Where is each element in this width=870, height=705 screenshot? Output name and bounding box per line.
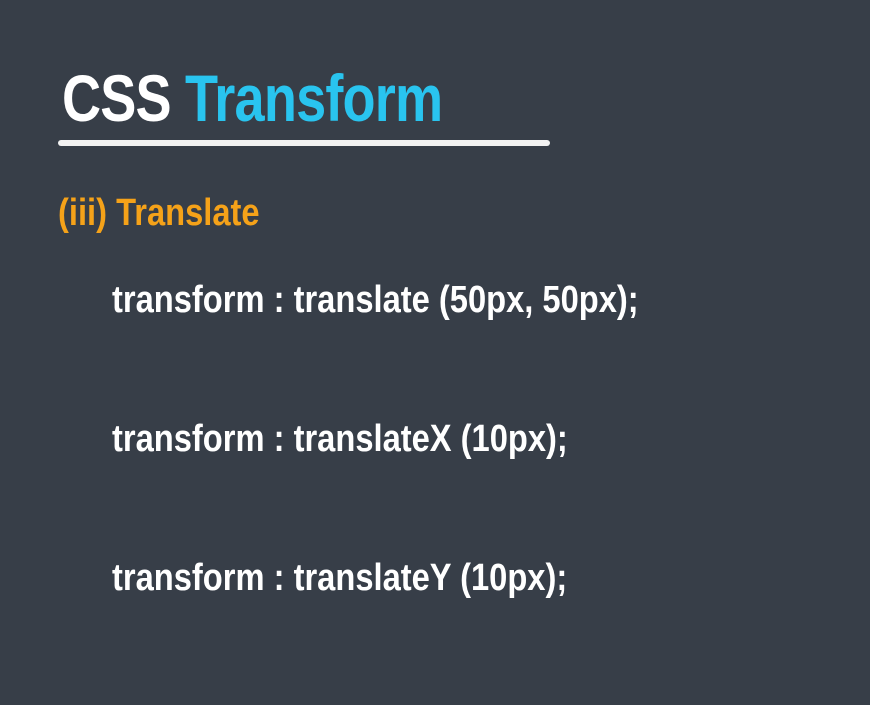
slide: CSS Transform (iii) Translate transform … [0, 0, 870, 705]
title-underline [58, 140, 550, 146]
section-subtitle: (iii) Translate [58, 192, 260, 234]
slide-title: CSS Transform [62, 58, 443, 138]
title-css: CSS [62, 61, 172, 135]
code-line-translatex: transform : translateX (10px); [112, 418, 568, 460]
code-line-translatey: transform : translateY (10px); [112, 557, 568, 599]
code-line-translate: transform : translate (50px, 50px); [112, 279, 639, 321]
title-transform: Transform [185, 61, 443, 135]
